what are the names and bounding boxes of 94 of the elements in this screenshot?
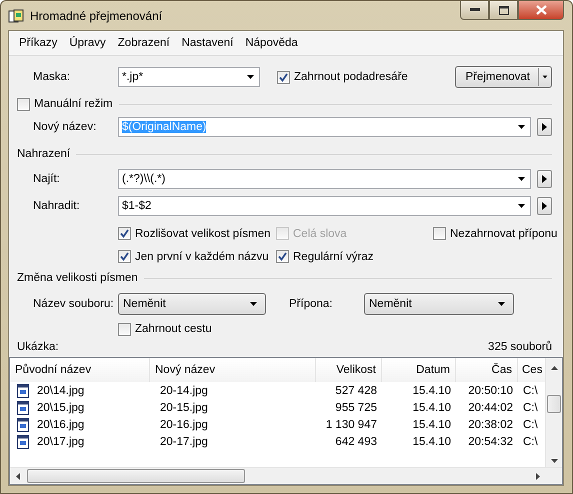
section-title: Nahrazení [17, 148, 70, 160]
table-cell: 20\14.jpg [37, 384, 84, 396]
table-cell: C:\ [523, 384, 538, 396]
table-cell: C:\ [523, 436, 538, 448]
table-cell: 20-17.jpg [160, 436, 208, 448]
table-cell: 20-15.jpg [160, 402, 208, 414]
menu-item[interactable]: Zobrazení [112, 37, 176, 49]
file-icon [17, 418, 29, 432]
table-cell: 15.4.10 [412, 384, 451, 396]
dropdown-arrow-icon [517, 203, 526, 209]
checkmark-icon [120, 252, 129, 261]
table-cell: 20-14.jpg [160, 384, 208, 396]
menu-item[interactable]: Úpravy [63, 37, 112, 49]
window-title: Hromadné přejmenování [30, 8, 164, 22]
table-cell: 20-16.jpg [160, 418, 208, 430]
dropdown-arrow-icon [517, 176, 526, 182]
table-cell: 20\16.jpg [37, 418, 84, 430]
table-cell: 20\15.jpg [37, 402, 84, 414]
mask-field[interactable]: *.jp* [118, 67, 260, 87]
table-cell: 1 130 947 [326, 418, 377, 430]
checkbox[interactable]: Jen první v každém názvu [118, 250, 276, 263]
column-header[interactable]: Velikost [316, 358, 382, 382]
scrollbar-thumb[interactable] [27, 469, 245, 483]
field-label: Přípona: [289, 298, 334, 310]
table-cell: 15.4.10 [412, 418, 451, 430]
table-cell: 642 493 [335, 436, 377, 448]
field-label: Maska: [32, 71, 72, 83]
close-icon [536, 5, 546, 15]
column-header[interactable]: Datum [382, 358, 456, 382]
vertical-scrollbar[interactable] [545, 358, 562, 467]
checkbox[interactable]: Zahrnout cestu [118, 322, 212, 336]
file-icon [17, 400, 29, 414]
minimize-icon [470, 8, 480, 12]
dropdown-arrow-icon [246, 74, 255, 80]
menu-item[interactable]: Nastavení [176, 37, 240, 49]
field-label: Název souboru: [32, 298, 115, 310]
checkbox[interactable]: Manuální režim [17, 98, 113, 110]
rename-button[interactable]: Přejmenovat [455, 66, 552, 88]
replace-field[interactable]: $1-$2 [118, 196, 531, 216]
column-header[interactable]: Nový název [150, 358, 316, 382]
horizontal-scrollbar[interactable] [10, 467, 562, 484]
checkmark-icon [120, 229, 129, 238]
dropdown-arrow-icon [517, 124, 526, 130]
checkbox[interactable]: Zahrnout podadresáře [277, 70, 408, 84]
checkmark-icon [278, 252, 287, 261]
field-label: Najít: [32, 173, 61, 185]
right-arrow-icon [542, 202, 547, 210]
scrollbar-thumb[interactable] [547, 395, 561, 413]
table-cell: 20\17.jpg [37, 436, 84, 448]
table-cell: 15.4.10 [412, 436, 451, 448]
checkbox[interactable]: Nezahrnovat příponu [433, 227, 558, 240]
right-arrow-icon [542, 123, 547, 131]
field-label: Nový název: [32, 121, 98, 133]
expand-button[interactable] [537, 197, 552, 215]
right-arrow-icon [542, 175, 547, 183]
table-cell: 20:54:32 [468, 436, 513, 448]
expand-button[interactable] [537, 170, 552, 188]
preview-label: Ukázka: [17, 341, 59, 353]
filename-case-dropdown[interactable]: Neměnit [118, 293, 266, 315]
table-cell: C:\ [523, 418, 538, 430]
menu-item[interactable]: Nápověda [239, 37, 304, 49]
maximize-icon [498, 6, 508, 14]
checkmark-icon [279, 72, 288, 82]
close-button[interactable] [518, 1, 564, 20]
file-icon [17, 434, 29, 448]
dropdown-arrow-icon [542, 74, 548, 80]
checkbox[interactable]: Rozlišovat velikost písmen [118, 227, 276, 240]
table-cell: 15.4.10 [412, 402, 451, 414]
app-icon [8, 8, 24, 24]
checkbox[interactable]: Regulární výraz [276, 250, 433, 263]
column-header[interactable]: Čas [456, 358, 518, 382]
find-field[interactable]: (.*?)\\(.*) [118, 169, 531, 189]
scroll-up-icon[interactable] [550, 366, 558, 370]
scroll-down-icon[interactable] [550, 459, 558, 463]
extension-case-dropdown[interactable]: Neměnit [364, 293, 514, 315]
table-cell: 20:38:02 [468, 418, 513, 430]
expand-button[interactable] [537, 118, 552, 136]
table-cell: 527 428 [335, 384, 377, 396]
field-label: Nahradit: [32, 200, 81, 212]
dropdown-arrow-icon [249, 301, 258, 307]
file-icon [17, 384, 29, 398]
section-title: Změna velikosti písmen [17, 272, 138, 284]
minimize-button[interactable] [460, 1, 489, 20]
table-cell: 20:50:10 [468, 384, 513, 396]
maximize-button[interactable] [489, 1, 518, 20]
table-cell: 20:44:02 [468, 402, 513, 414]
dropdown-arrow-icon [497, 301, 506, 307]
column-header[interactable]: Původní název [10, 358, 150, 382]
scroll-right-icon[interactable] [536, 472, 540, 480]
table-cell: 955 725 [335, 402, 377, 414]
menu-item[interactable]: Příkazy [13, 37, 64, 49]
scroll-left-icon[interactable] [16, 472, 20, 480]
table-cell: C:\ [523, 402, 538, 414]
file-count: 325 souborů [488, 341, 552, 353]
